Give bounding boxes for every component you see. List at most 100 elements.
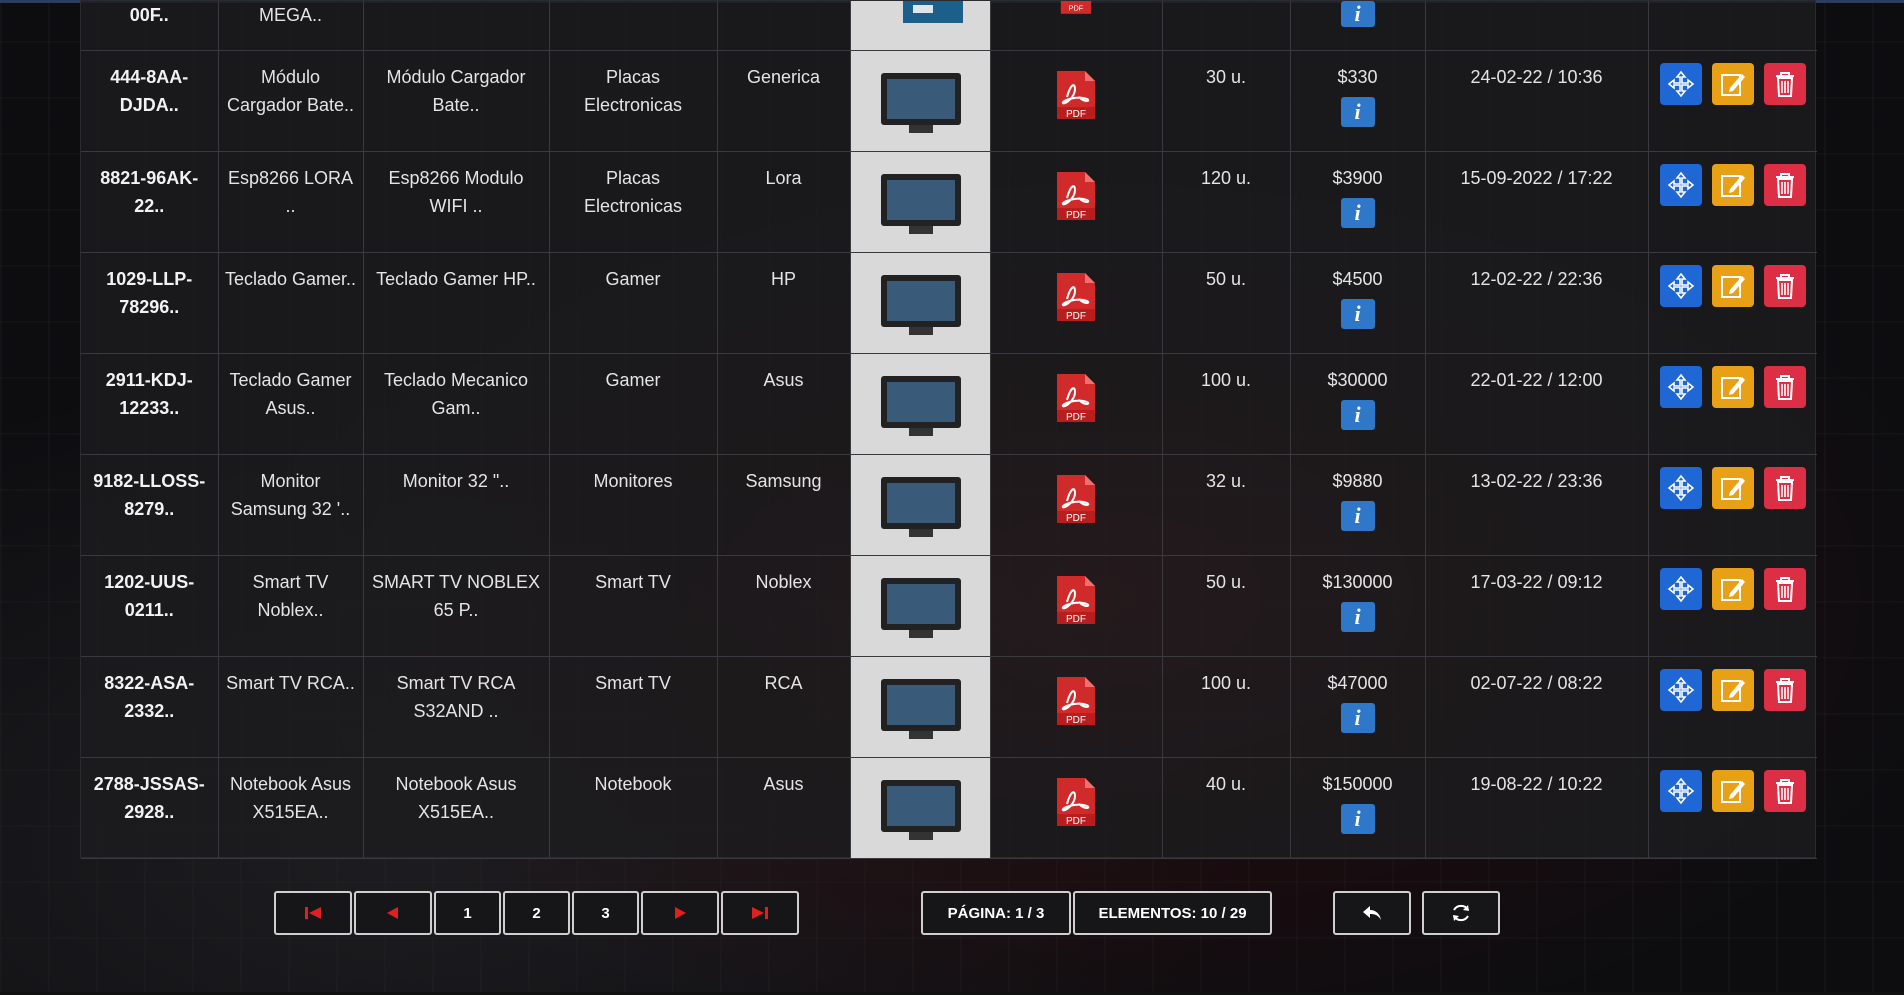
edit-button[interactable] [1711,62,1754,105]
refresh-button[interactable] [1422,891,1500,935]
edit-button[interactable] [1711,264,1754,307]
edit-button[interactable] [1711,668,1754,711]
pdf-file-icon[interactable]: PDF [1055,473,1097,525]
pdf-file-icon[interactable]: PDF [1055,271,1097,323]
cell-actions [1648,454,1817,556]
first-page-icon [305,907,321,919]
last-page-button[interactable] [721,891,799,935]
cell-brand: Asus [717,757,851,859]
edit-button[interactable] [1711,466,1754,509]
cell-pdf[interactable]: PDF [990,252,1163,354]
move-button[interactable] [1659,264,1702,307]
trash-icon [1775,778,1794,804]
delete-button[interactable] [1763,62,1806,105]
edit-pencil-icon [1720,275,1745,298]
back-button[interactable] [1333,891,1411,935]
delete-button[interactable] [1763,567,1806,610]
products-table: 00F.. MEGA.. PDF i 444-8AA-DJDA.. Módulo… [81,1,1817,859]
edit-pencil-icon [1720,73,1745,96]
move-button[interactable] [1659,466,1702,509]
cell-category: Smart TV [549,656,718,758]
info-icon[interactable]: i [1340,803,1375,834]
product-thumbnail [880,779,961,840]
pdf-file-icon[interactable]: PDF [1055,776,1097,828]
cell-date: 17-03-22 / 09:12 [1425,555,1649,657]
cell-date: 22-01-22 / 12:00 [1425,353,1649,455]
cell-code: 444-8AA-DJDA.. [81,50,219,152]
cell-pdf[interactable]: PDF [990,454,1163,556]
page-button-1[interactable]: 1 [434,891,501,935]
pdf-file-icon[interactable]: PDF [1055,170,1097,222]
cell-stock [1162,1,1291,51]
info-icon[interactable]: i [1340,96,1375,127]
info-icon[interactable]: i [1340,197,1375,228]
product-thumbnail [880,577,961,638]
edit-pencil-icon [1720,174,1745,197]
cell-category: Monitores [549,454,718,556]
elements-info: ELEMENTOS: 10 / 29 [1073,891,1272,935]
edit-button[interactable] [1711,365,1754,408]
cell-category: Gamer [549,252,718,354]
cell-brand: Samsung [717,454,851,556]
edit-button[interactable] [1711,567,1754,610]
price-value: $47000 [1327,672,1388,693]
cell-actions [1648,1,1817,51]
next-page-button[interactable] [641,891,719,935]
prev-page-button[interactable] [354,891,432,935]
info-icon[interactable]: i [1340,298,1375,329]
info-icon[interactable]: i [1340,500,1375,531]
page-button-2[interactable]: 2 [503,891,570,935]
cell-name: Monitor Samsung 32 '.. [218,454,364,556]
price-value: $3900 [1332,167,1383,188]
svg-text:PDF: PDF [1066,816,1086,827]
delete-button[interactable] [1763,769,1806,812]
pdf-file-icon[interactable]: PDF [1055,1,1097,17]
cell-date: 02-07-22 / 08:22 [1425,656,1649,758]
delete-button[interactable] [1763,668,1806,711]
cell-code: 9182-LLOSS-8279.. [81,454,219,556]
page-button-3[interactable]: 3 [572,891,639,935]
info-icon[interactable]: i [1340,399,1375,430]
move-button[interactable] [1659,668,1702,711]
pdf-file-icon[interactable]: PDF [1055,372,1097,424]
delete-button[interactable] [1763,365,1806,408]
edit-button[interactable] [1711,163,1754,206]
cell-image [850,252,991,354]
info-icon[interactable]: i [1340,1,1375,27]
table-row: 8821-96AK-22.. Esp8266 LORA .. Esp8266 M… [81,151,1817,253]
cell-pdf[interactable]: PDF [990,151,1163,253]
info-icon[interactable]: i [1340,601,1375,632]
pdf-file-icon[interactable]: PDF [1055,574,1097,626]
first-page-button[interactable] [274,891,352,935]
move-button[interactable] [1659,365,1702,408]
info-icon[interactable]: i [1340,702,1375,733]
cell-actions [1648,656,1817,758]
move-button[interactable] [1659,769,1702,812]
cell-actions [1648,353,1817,455]
cell-pdf[interactable]: PDF [990,50,1163,152]
product-thumbnail [880,375,961,436]
cell-pdf[interactable]: PDF [990,1,1163,51]
product-thumbnail [880,274,961,335]
table-row: 9182-LLOSS-8279.. Monitor Samsung 32 '..… [81,454,1817,556]
cell-date: 15-09-2022 / 17:22 [1425,151,1649,253]
cell-price: $130000 i [1290,555,1426,657]
cell-image [850,454,991,556]
move-button[interactable] [1659,62,1702,105]
delete-button[interactable] [1763,466,1806,509]
pdf-file-icon[interactable]: PDF [1055,69,1097,121]
price-value: $4500 [1332,268,1383,289]
cell-stock: 120 u. [1162,151,1291,253]
price-value: $150000 [1322,773,1393,794]
edit-button[interactable] [1711,769,1754,812]
pdf-file-icon[interactable]: PDF [1055,675,1097,727]
move-button[interactable] [1659,567,1702,610]
cell-pdf[interactable]: PDF [990,757,1163,859]
delete-button[interactable] [1763,264,1806,307]
cell-pdf[interactable]: PDF [990,656,1163,758]
move-button[interactable] [1659,163,1702,206]
cell-pdf[interactable]: PDF [990,555,1163,657]
delete-button[interactable] [1763,163,1806,206]
cell-image [850,151,991,253]
cell-pdf[interactable]: PDF [990,353,1163,455]
